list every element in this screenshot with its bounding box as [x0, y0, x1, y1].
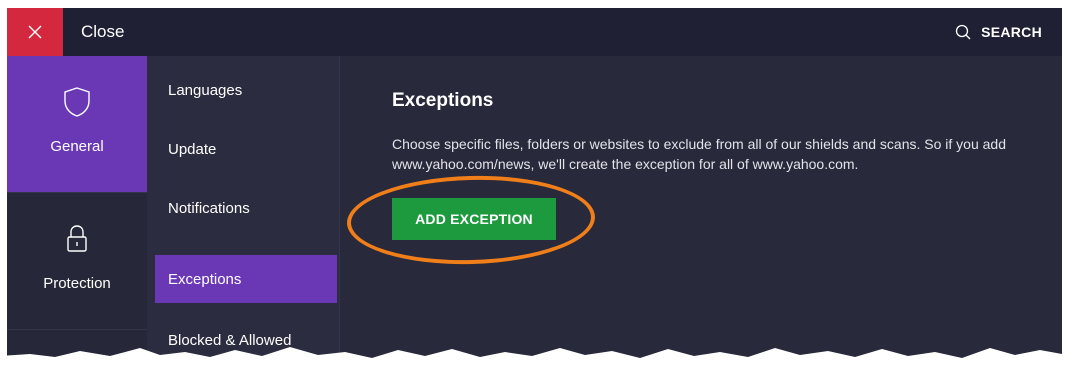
submenu-item-update[interactable]: Update [155, 125, 337, 173]
lock-icon [67, 225, 87, 252]
submenu-item-label: Update [168, 140, 217, 158]
search-label: SEARCH [981, 24, 1042, 40]
submenu-item-languages[interactable]: Languages [155, 66, 337, 114]
close-icon [28, 25, 42, 39]
page-title: Exceptions [392, 90, 494, 111]
content-panel: Exceptions Choose specific files, folder… [339, 56, 1062, 372]
sidebar-item-protection[interactable]: Protection [7, 193, 147, 329]
close-label[interactable]: Close [81, 8, 124, 56]
close-button[interactable] [7, 8, 63, 56]
header-bar: Close SEARCH [7, 8, 1062, 56]
submenu-item-label: Exceptions [168, 270, 242, 288]
sidebar-item-label: Protection [43, 275, 111, 292]
category-sidebar: General Protection [7, 56, 147, 372]
submenu-item-label: Notifications [168, 199, 250, 217]
sidebar-item-label: General [50, 138, 104, 155]
settings-window: Close SEARCH General Protection Language… [7, 8, 1062, 372]
add-exception-button[interactable]: ADD EXCEPTION [392, 198, 556, 240]
torn-paper-edge [0, 347, 1081, 377]
search-button[interactable]: SEARCH [955, 8, 1042, 56]
subcategory-menu: Languages Update Notifications Exception… [147, 56, 339, 372]
sidebar-item-general[interactable]: General [7, 56, 147, 192]
search-icon [955, 24, 971, 40]
page-description: Choose specific files, folders or websit… [392, 136, 1006, 172]
submenu-item-exceptions[interactable]: Exceptions [155, 255, 337, 303]
submenu-item-notifications[interactable]: Notifications [155, 184, 337, 232]
shield-icon [64, 87, 90, 117]
submenu-item-label: Languages [168, 81, 243, 99]
